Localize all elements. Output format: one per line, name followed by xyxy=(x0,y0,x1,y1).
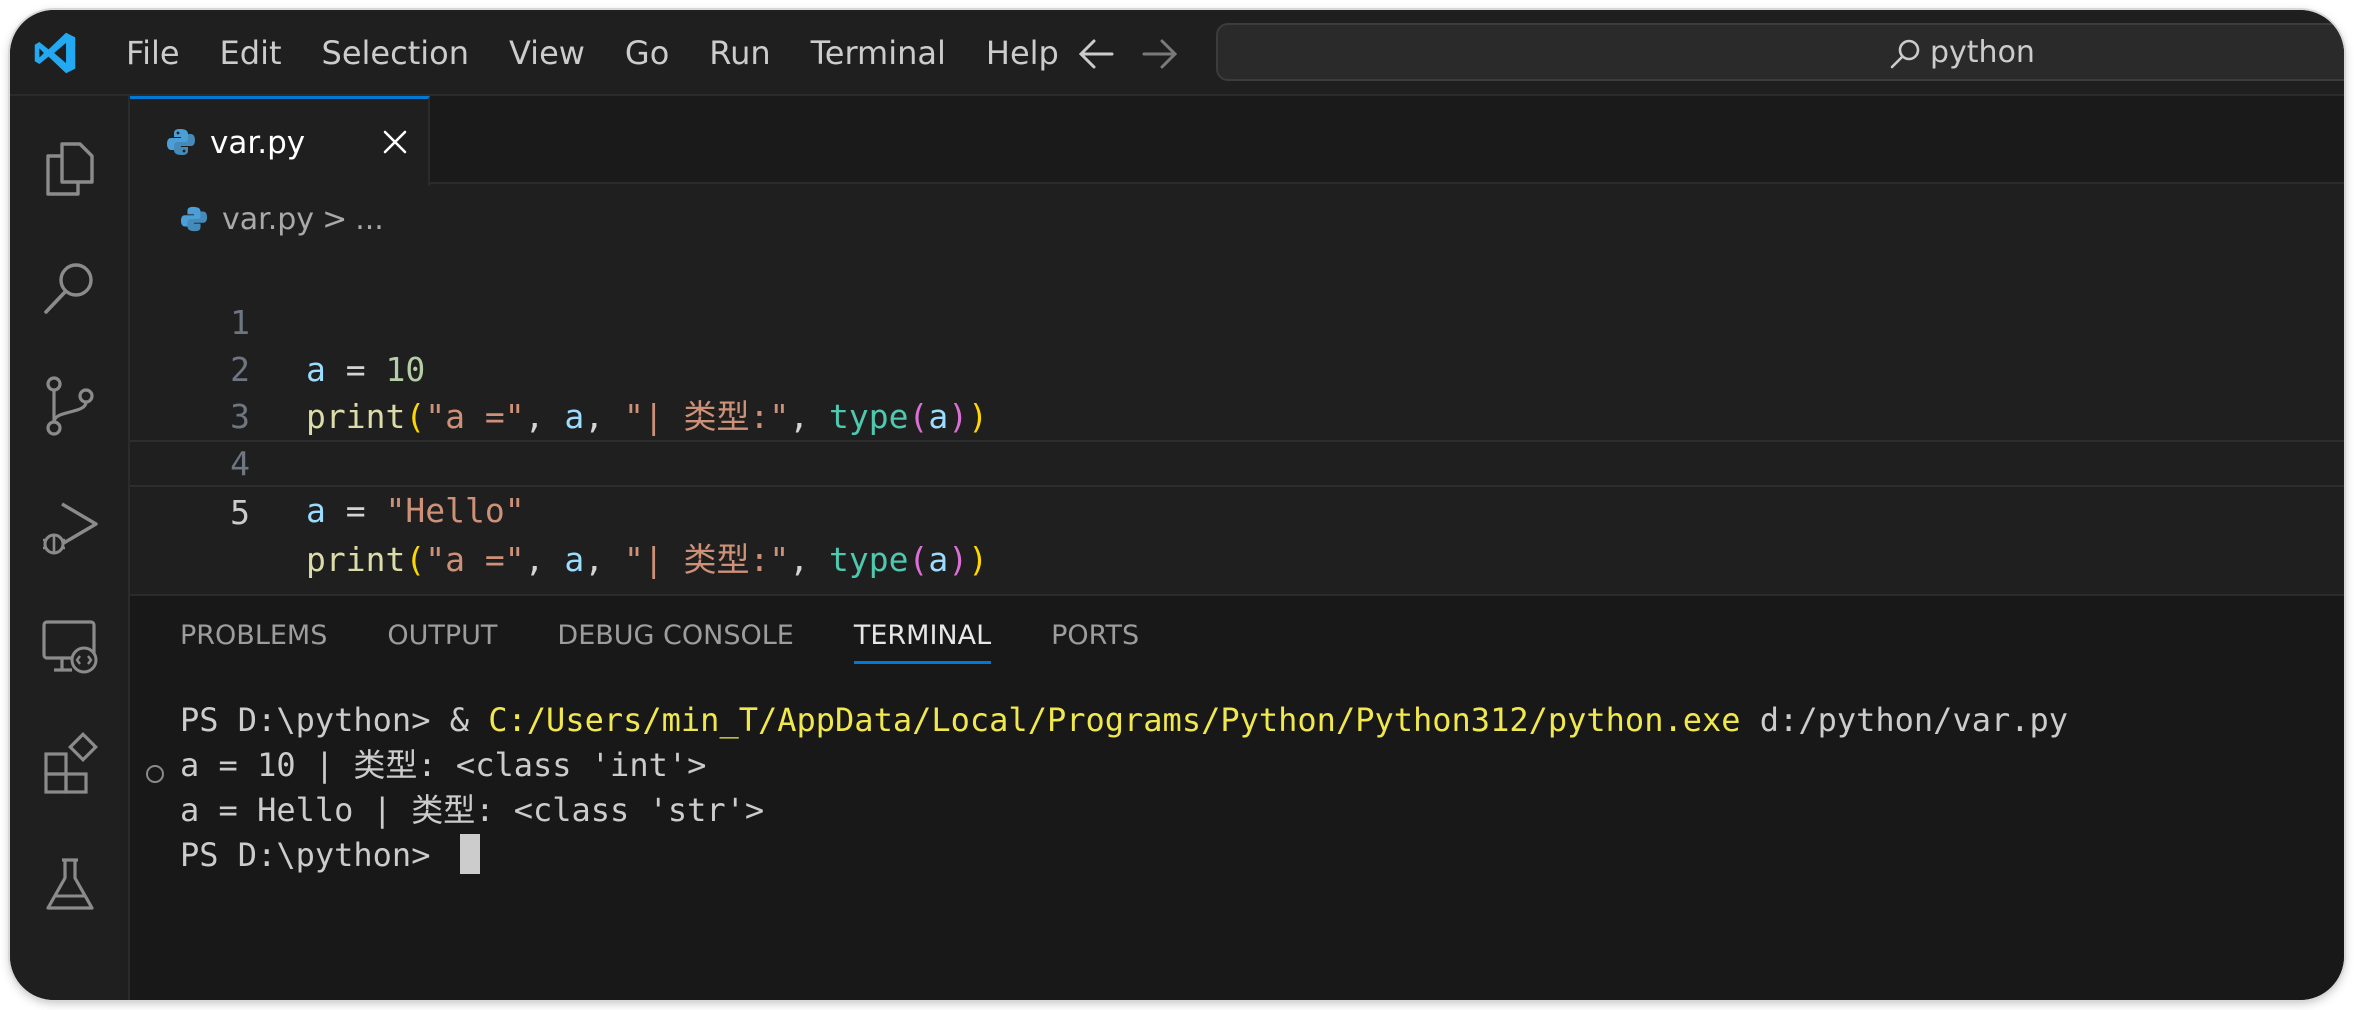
menu-selection[interactable]: Selection xyxy=(302,10,489,96)
tab-label: var.py xyxy=(210,125,306,161)
search-text: python xyxy=(1930,35,2035,70)
close-icon[interactable] xyxy=(380,127,410,157)
command-center-search[interactable]: python xyxy=(1216,23,2344,81)
menu-bar: File Edit Selection View Go Run Terminal… xyxy=(106,10,1079,96)
menu-run[interactable]: Run xyxy=(689,10,790,96)
tab-debug-console[interactable]: DEBUG CONSOLE xyxy=(557,620,793,664)
terminal-output-line: a = 10 | 类型: <class 'int'> xyxy=(180,746,707,784)
terminal-prompt: PS D:\python> & xyxy=(180,701,489,739)
tab-var-py[interactable]: var.py xyxy=(130,96,430,186)
breadcrumb-file[interactable]: var.py xyxy=(222,202,314,237)
token-bracket: ) xyxy=(968,540,989,579)
token-bracket: ( xyxy=(908,540,929,579)
python-file-icon xyxy=(180,206,208,232)
vscode-logo[interactable] xyxy=(32,30,78,76)
token-punct: , xyxy=(789,540,830,579)
token-function: print xyxy=(306,540,406,579)
token-variable: a xyxy=(928,540,949,579)
editor-tab-bar: var.py xyxy=(130,96,2344,186)
tab-terminal[interactable]: TERMINAL xyxy=(853,620,992,664)
terminal-prompt-line[interactable]: PS D:\python> xyxy=(180,833,480,878)
code-line: 3 xyxy=(130,346,2344,436)
code-line: 1 a = 10 xyxy=(130,252,2344,389)
terminal-cursor xyxy=(459,834,480,874)
code-line-current: 5 print("a =", a, "| 类型:", type(a)) xyxy=(130,440,2344,579)
token-bracket: ) xyxy=(948,540,969,579)
remote-explorer-icon[interactable] xyxy=(38,614,102,678)
bottom-panel: PROBLEMS OUTPUT DEBUG CONSOLE TERMINAL P… xyxy=(130,594,2344,1000)
activity-bar xyxy=(10,96,130,1000)
token-punct: , xyxy=(524,540,565,579)
token-variable: a xyxy=(306,491,326,530)
code-line: 2 print("a =", a, "| 类型:", type(a)) xyxy=(130,299,2344,436)
arrow-right-icon[interactable] xyxy=(1140,36,1180,72)
menu-help[interactable]: Help xyxy=(966,10,1079,96)
extensions-icon[interactable] xyxy=(38,732,102,796)
token-string: "| 类型:" xyxy=(623,540,790,579)
command-decoration-icon[interactable] xyxy=(146,765,164,783)
token-builtin: type xyxy=(829,540,909,579)
menu-view[interactable]: View xyxy=(489,10,605,96)
tab-problems[interactable]: PROBLEMS xyxy=(180,620,327,664)
tab-ports[interactable]: PORTS xyxy=(1051,620,1139,664)
search-icon xyxy=(1890,39,1920,69)
token-string: "a =" xyxy=(425,540,525,579)
code-editor[interactable]: 1 a = 10 2 print("a =", a, "| 类型:", type… xyxy=(130,242,2344,594)
explorer-icon[interactable] xyxy=(38,136,102,200)
panel-tabs: PROBLEMS OUTPUT DEBUG CONSOLE TERMINAL P… xyxy=(180,620,1199,664)
terminal-output-line: a = Hello | 类型: <class 'str'> xyxy=(180,791,765,829)
menu-go[interactable]: Go xyxy=(605,10,689,96)
source-control-icon[interactable] xyxy=(38,374,102,438)
terminal-command-line: PS D:\python> & C:/Users/min_T/AppData/L… xyxy=(180,698,2068,743)
token-operator: = xyxy=(325,491,386,530)
run-debug-icon[interactable] xyxy=(38,494,102,558)
token-punct: , xyxy=(584,540,624,579)
search-icon[interactable] xyxy=(38,256,102,320)
token-string: "Hello" xyxy=(385,491,525,530)
terminal-argument: d:/python/var.py xyxy=(1740,701,2069,739)
testing-icon[interactable] xyxy=(38,852,102,916)
title-bar: File Edit Selection View Go Run Terminal… xyxy=(10,10,2344,96)
breadcrumb: var.py > ... xyxy=(180,196,384,242)
menu-edit[interactable]: Edit xyxy=(200,10,302,96)
terminal-executable: C:/Users/min_T/AppData/Local/Programs/Py… xyxy=(488,701,1741,739)
token-bracket: ( xyxy=(405,540,426,579)
menu-terminal[interactable]: Terminal xyxy=(791,10,966,96)
code-line: 4 a = "Hello" xyxy=(130,393,2344,530)
vscode-window: File Edit Selection View Go Run Terminal… xyxy=(10,10,2344,1000)
breadcrumb-symbols[interactable]: ... xyxy=(355,202,384,237)
token-variable: a xyxy=(564,540,585,579)
line-number: 5 xyxy=(230,493,250,532)
terminal-prompt: PS D:\python> xyxy=(180,836,450,874)
arrow-left-icon[interactable] xyxy=(1076,36,1116,72)
python-file-icon xyxy=(167,129,195,155)
breadcrumb-separator: > xyxy=(322,201,348,237)
tab-output[interactable]: OUTPUT xyxy=(387,620,497,664)
menu-file[interactable]: File xyxy=(106,10,200,96)
